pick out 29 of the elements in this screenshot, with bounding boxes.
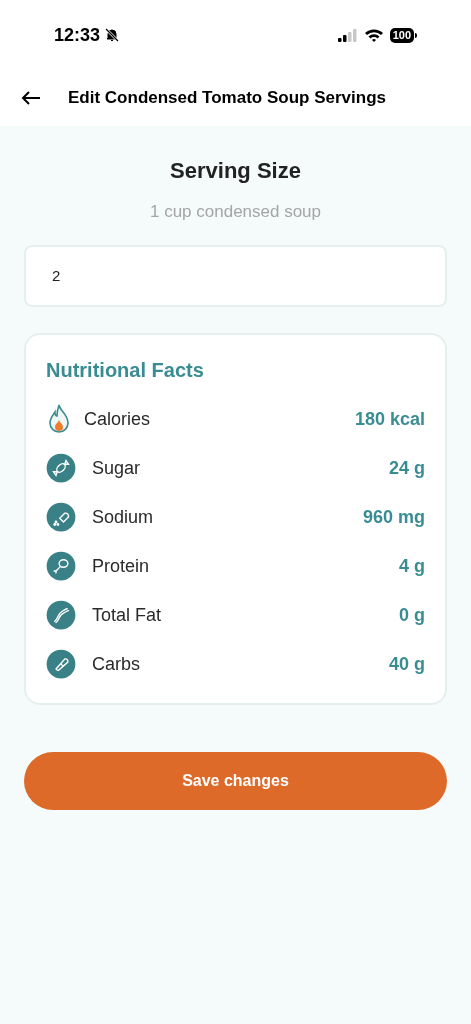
nutrient-label: Calories — [84, 407, 151, 431]
nutrient-label: Carbs — [92, 652, 140, 676]
nutrient-label: Total Fat — [92, 603, 162, 627]
card-title: Nutritional Facts — [46, 357, 205, 383]
nutrient-value: 40 g — [388, 652, 425, 676]
nutrient-label: Sugar — [92, 456, 141, 480]
candy-icon — [46, 453, 76, 483]
section-title: Serving Size — [170, 157, 301, 185]
flame-icon — [46, 403, 72, 435]
status-time: 12:33 — [54, 23, 101, 47]
signal-icon — [337, 28, 358, 42]
drumstick-icon — [46, 551, 76, 581]
battery-level: 100 — [389, 27, 414, 43]
nutrient-label: Sodium — [92, 505, 154, 529]
nutrient-value: 0 g — [399, 603, 425, 627]
nutrient-label: Protein — [92, 554, 150, 578]
nutrient-value: 180 kcal — [354, 407, 425, 431]
salt-shaker-icon — [46, 502, 76, 532]
servings-input[interactable]: 2 — [24, 244, 447, 307]
muted-bell-icon — [104, 27, 121, 43]
nutrient-value: 960 mg — [362, 505, 425, 529]
nutrient-value: 4 g — [399, 554, 425, 578]
wifi-icon — [363, 28, 384, 42]
serving-unit: 1 cup condensed soup — [149, 201, 322, 223]
bacon-icon — [46, 600, 76, 630]
bread-icon — [46, 649, 76, 679]
back-arrow-icon — [21, 90, 41, 106]
page-title: Edit Condensed Tomato Soup Servings — [68, 87, 386, 110]
nutrient-value: 24 g — [388, 456, 425, 480]
